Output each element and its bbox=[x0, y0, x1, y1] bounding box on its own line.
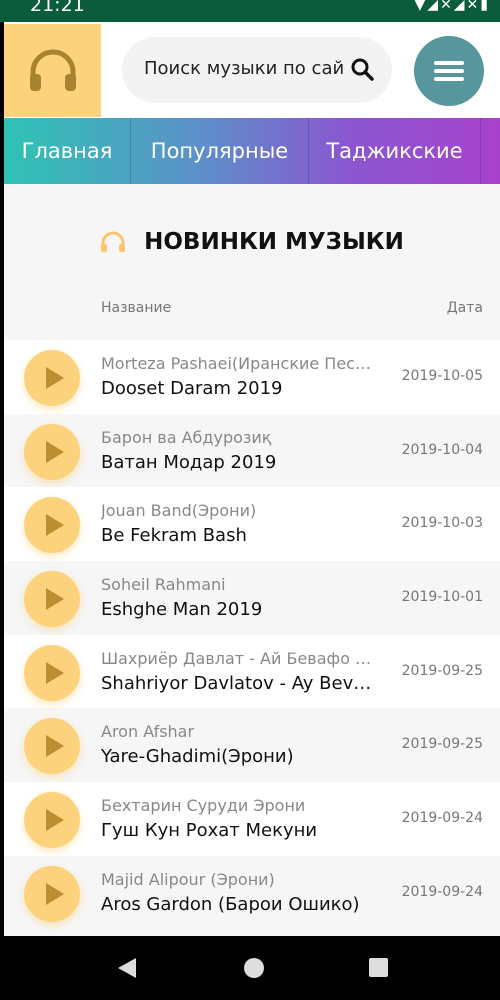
back-icon[interactable] bbox=[118, 958, 136, 978]
play-icon bbox=[45, 588, 64, 611]
play-button[interactable] bbox=[24, 497, 80, 554]
play-icon bbox=[45, 440, 64, 463]
track-title[interactable]: Гуш Кун Рохат Мекуни bbox=[101, 820, 379, 841]
play-icon bbox=[45, 735, 64, 758]
track-title[interactable]: Yare-Ghadimi(Эрони) bbox=[101, 746, 379, 767]
play-button[interactable] bbox=[24, 792, 80, 849]
tab-more[interactable] bbox=[481, 118, 500, 184]
status-icons: ▼◢✕◢✕▮ bbox=[414, 0, 490, 13]
status-bar: 21:21 ▼◢✕◢✕▮ bbox=[0, 0, 500, 22]
track-artist: Барон ва Абдурозиқ bbox=[101, 427, 272, 447]
track-list: Morteza Pashaei(Иранские Песни) Dooset D… bbox=[4, 340, 500, 930]
track-artist: Majid Alipour (Эрони) bbox=[101, 869, 275, 889]
track-date: 2019-10-01 bbox=[401, 589, 483, 606]
play-icon bbox=[45, 367, 64, 389]
track-date: 2019-09-25 bbox=[401, 662, 483, 679]
track-artist: Morteza Pashaei(Иранские Песни) bbox=[101, 354, 379, 373]
play-button[interactable] bbox=[24, 350, 80, 406]
track-title[interactable]: Eshghe Man 2019 bbox=[101, 599, 379, 620]
track-artist: Jouan Band(Эрони) bbox=[101, 501, 257, 521]
track-row[interactable]: Soheil Rahmani Eshghe Man 2019 2019-10-0… bbox=[4, 561, 500, 635]
track-row[interactable]: Бехтарин Суруди Эрони Гуш Кун Рохат Меку… bbox=[4, 782, 500, 856]
track-date: 2019-09-25 bbox=[401, 736, 483, 753]
track-title[interactable]: Aros Gardon (Барои Ошико) bbox=[101, 894, 379, 915]
menu-button[interactable] bbox=[414, 36, 484, 106]
play-icon bbox=[45, 809, 64, 832]
track-artist: Бехтарин Суруди Эрони bbox=[101, 796, 306, 816]
status-time: 21:21 bbox=[30, 0, 85, 16]
track-row[interactable]: Шахриёр Давлат - Ай Бевафо 2019 Shahriyo… bbox=[4, 634, 500, 709]
play-button[interactable] bbox=[24, 865, 80, 922]
track-date: 2019-09-24 bbox=[401, 883, 483, 900]
header: Поиск музыки по сайту bbox=[4, 22, 500, 118]
column-headers: Название Дата bbox=[4, 300, 500, 320]
track-date: 2019-10-03 bbox=[401, 515, 483, 532]
search-placeholder: Поиск музыки по сайту bbox=[144, 58, 344, 79]
track-row[interactable]: Jouan Band(Эрони) Be Fekram Bash 2019-10… bbox=[4, 487, 500, 562]
play-icon bbox=[45, 661, 64, 684]
recent-apps-icon[interactable] bbox=[369, 958, 388, 977]
track-title[interactable]: Dooset Daram 2019 bbox=[101, 378, 379, 399]
column-name-header: Название bbox=[101, 300, 172, 316]
track-date: 2019-09-24 bbox=[401, 810, 483, 827]
category-tabs: Главная Популярные Таджикские bbox=[4, 118, 500, 184]
track-title[interactable]: Ватан Модар 2019 bbox=[101, 452, 379, 473]
search-icon[interactable] bbox=[350, 57, 374, 81]
track-row[interactable]: Morteza Pashaei(Иранские Песни) Dooset D… bbox=[4, 340, 500, 414]
headphones-icon bbox=[29, 49, 76, 91]
track-artist: Aron Afshar bbox=[101, 722, 195, 742]
play-button[interactable] bbox=[24, 644, 80, 701]
search-input[interactable]: Поиск музыки по сайту bbox=[122, 37, 392, 103]
track-row[interactable]: Majid Alipour (Эрони) Aros Gardon (Барои… bbox=[4, 856, 500, 930]
track-row[interactable]: Барон ва Абдурозиқ Ватан Модар 2019 2019… bbox=[4, 414, 500, 488]
section-title: НОВИНКИ МУЗЫКИ bbox=[144, 229, 404, 255]
track-artist: Soheil Rahmani bbox=[101, 575, 226, 595]
app-screen: Поиск музыки по сайту Главная Популярные… bbox=[4, 22, 500, 936]
tab-home[interactable]: Главная bbox=[4, 118, 131, 184]
headphones-icon bbox=[101, 231, 126, 252]
logo[interactable] bbox=[4, 24, 101, 117]
home-icon[interactable] bbox=[244, 958, 264, 978]
play-icon bbox=[45, 514, 64, 537]
play-button[interactable] bbox=[24, 423, 80, 480]
tab-tajik[interactable]: Таджикские bbox=[309, 118, 481, 184]
track-date: 2019-10-04 bbox=[401, 441, 483, 458]
play-icon bbox=[45, 882, 64, 905]
menu-icon bbox=[434, 57, 464, 85]
tab-popular[interactable]: Популярные bbox=[131, 118, 309, 184]
track-row[interactable]: Aron Afshar Yare-Ghadimi(Эрони) 2019-09-… bbox=[4, 708, 500, 782]
track-title[interactable]: Shahriyor Davlatov - Ay Bevafo bbox=[101, 673, 379, 694]
column-date-header: Дата bbox=[446, 300, 483, 316]
play-button[interactable] bbox=[24, 718, 80, 775]
play-button[interactable] bbox=[24, 571, 80, 628]
track-title[interactable]: Be Fekram Bash bbox=[101, 525, 379, 546]
section-header: НОВИНКИ МУЗЫКИ bbox=[4, 222, 500, 262]
system-nav-bar bbox=[0, 936, 500, 1000]
track-artist: Шахриёр Давлат - Ай Бевафо 2019 bbox=[101, 648, 379, 668]
track-date: 2019-10-05 bbox=[401, 368, 483, 384]
